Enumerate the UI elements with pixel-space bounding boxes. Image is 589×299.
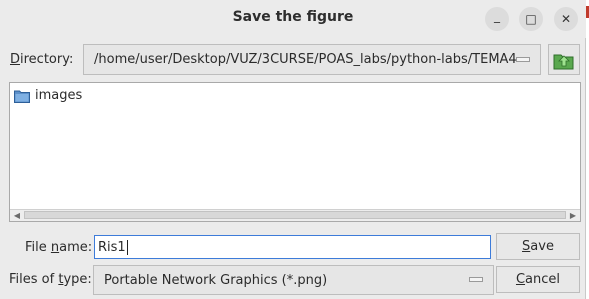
cancel-button[interactable]: Cancel [496, 266, 580, 293]
filetype-label: Files of type: [9, 272, 92, 287]
list-item[interactable]: images [14, 88, 82, 103]
title-bar: Save the figure _ □ ✕ [0, 0, 586, 38]
close-icon: ✕ [560, 12, 572, 26]
minimize-icon: _ [494, 9, 500, 23]
directory-path: /home/user/Desktop/VUZ/3CURSE/POAS_labs/… [94, 52, 517, 67]
horizontal-scrollbar[interactable]: ◀ ▶ [10, 209, 580, 221]
filetype-combobox[interactable]: Portable Network Graphics (*.png) [93, 265, 494, 295]
filename-input[interactable]: Ris1 [94, 235, 491, 259]
close-button[interactable]: ✕ [554, 7, 578, 31]
maximize-button[interactable]: □ [519, 7, 543, 31]
parent-directory-button[interactable] [548, 44, 580, 75]
dropdown-grip-icon [469, 277, 483, 282]
filetype-selected: Portable Network Graphics (*.png) [104, 272, 328, 288]
cancel-button-label: Cancel [515, 272, 561, 287]
save-button-label: Save [522, 239, 554, 254]
text-cursor [126, 239, 128, 255]
filename-value: Ris1 [98, 239, 126, 255]
dropdown-grip-icon [516, 56, 530, 62]
directory-combobox[interactable]: /home/user/Desktop/VUZ/3CURSE/POAS_labs/… [83, 44, 541, 75]
save-button[interactable]: Save [496, 233, 580, 260]
minimize-button[interactable]: _ [485, 7, 509, 31]
scrollbar-thumb[interactable] [24, 211, 566, 219]
file-list[interactable]: images ◀ ▶ [9, 82, 581, 222]
maximize-icon: □ [525, 12, 537, 26]
list-item-label: images [35, 88, 83, 103]
folder-icon [14, 90, 30, 103]
save-dialog: Save the figure _ □ ✕ Directory: /home/u… [0, 0, 586, 299]
filename-label: File name: [25, 240, 93, 255]
scroll-right-icon[interactable]: ▶ [568, 211, 578, 220]
directory-label: Directory: [10, 52, 74, 67]
folder-up-icon [553, 54, 574, 69]
scroll-left-icon[interactable]: ◀ [12, 211, 22, 220]
